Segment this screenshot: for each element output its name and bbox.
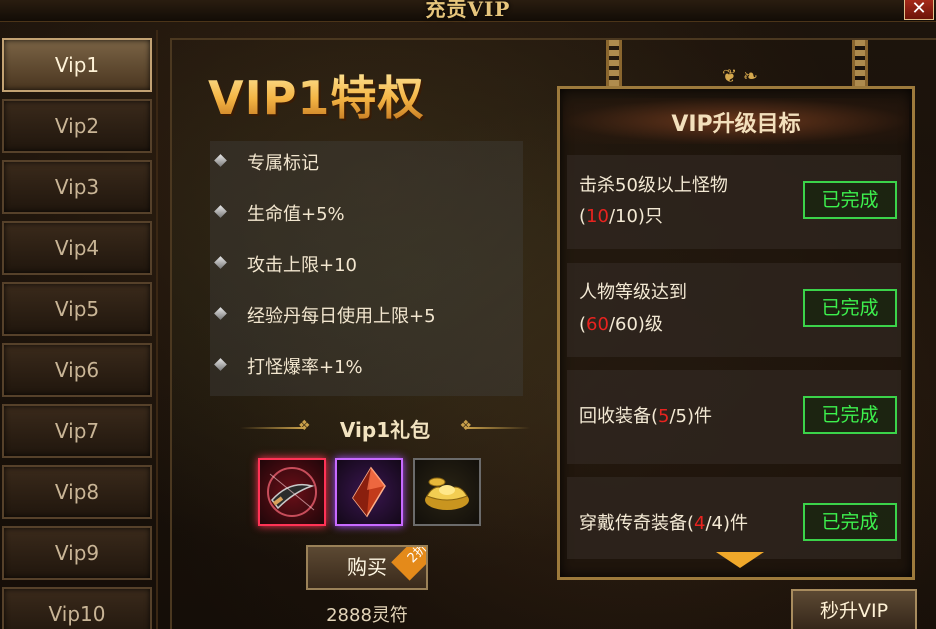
vip-level-sidebar: Vip1 Vip2 Vip3 Vip4 Vip5 Vip6 Vip7 Vip8 … bbox=[0, 30, 158, 629]
discount-badge: 2折 bbox=[391, 547, 426, 581]
privilege-item: 专属标记 bbox=[210, 145, 523, 175]
goal-row: 人物等级达到 (60/60)级 已完成 bbox=[567, 263, 901, 357]
vip-window: 充贡VIP ✕ Vip1 Vip2 Vip3 Vip4 Vip5 Vip6 Vi… bbox=[0, 0, 936, 629]
diamond-bullet-icon bbox=[214, 307, 227, 320]
diamond-bullet-icon bbox=[214, 256, 227, 269]
divider bbox=[466, 427, 530, 429]
goal-progress: 穿戴传奇装备(4/4)件 bbox=[579, 513, 749, 534]
privilege-item: 攻击上限+10 bbox=[210, 247, 523, 277]
buy-button[interactable]: 购买 2折 bbox=[306, 545, 428, 590]
tab-vip3[interactable]: Vip3 bbox=[2, 160, 152, 214]
diamond-bullet-icon bbox=[214, 358, 227, 371]
tab-vip4[interactable]: Vip4 bbox=[2, 221, 152, 275]
gold-ingot-item-icon[interactable] bbox=[413, 458, 481, 526]
goal-row: 回收装备(5/5)件 已完成 bbox=[567, 370, 901, 464]
privilege-item: 生命值+5% bbox=[210, 196, 523, 226]
gift-price: 2888灵符 bbox=[326, 605, 408, 626]
privilege-text: 打怪爆率+1% bbox=[247, 357, 363, 378]
goal-row: 穿戴传奇装备(4/4)件 已完成 bbox=[567, 477, 901, 559]
window-title: 充贡VIP bbox=[425, 0, 511, 21]
instant-upgrade-vip-button[interactable]: 秒升VIP bbox=[791, 589, 917, 629]
scroll-down-arrow-icon[interactable] bbox=[716, 552, 764, 568]
goal-status-badge: 已完成 bbox=[803, 396, 897, 434]
diamond-bullet-icon bbox=[214, 205, 227, 218]
privilege-text: 生命值+5% bbox=[247, 204, 345, 225]
tab-vip5[interactable]: Vip5 bbox=[2, 282, 152, 336]
goal-description: 击杀50级以上怪物 bbox=[579, 175, 728, 196]
privilege-text: 攻击上限+10 bbox=[247, 255, 357, 276]
privilege-list: 专属标记 生命值+5% 攻击上限+10 经验丹每日使用上限+5 打怪爆率+1% bbox=[210, 141, 523, 396]
goal-status-badge: 已完成 bbox=[803, 503, 897, 541]
tab-vip10[interactable]: Vip10 bbox=[2, 587, 152, 629]
tab-vip6[interactable]: Vip6 bbox=[2, 343, 152, 397]
purple-gem-item-icon[interactable] bbox=[335, 458, 403, 526]
tab-vip1[interactable]: Vip1 bbox=[2, 38, 152, 92]
gift-pack-header: ❖ Vip1礼包 ❖ bbox=[240, 414, 530, 442]
chain-decoration bbox=[606, 40, 622, 86]
tab-vip8[interactable]: Vip8 bbox=[2, 465, 152, 519]
privilege-text: 专属标记 bbox=[247, 153, 319, 174]
privilege-item: 经验丹每日使用上限+5 bbox=[210, 298, 523, 328]
buy-button-label: 购买 bbox=[347, 555, 387, 579]
goal-description: 人物等级达到 bbox=[579, 282, 687, 303]
goal-status-badge: 已完成 bbox=[803, 181, 897, 219]
goal-status-badge: 已完成 bbox=[803, 289, 897, 327]
ornament-icon: ❖ bbox=[459, 418, 472, 434]
goals-title: VIP升级目标 bbox=[671, 112, 801, 137]
tab-vip2[interactable]: Vip2 bbox=[2, 99, 152, 153]
diamond-bullet-icon bbox=[214, 154, 227, 167]
vip-privilege-title: VIP1特权 bbox=[208, 62, 424, 128]
goal-progress: (60/60)级 bbox=[579, 314, 663, 335]
close-button[interactable]: ✕ bbox=[904, 0, 934, 20]
red-blade-item-icon[interactable] bbox=[258, 458, 326, 526]
privilege-item: 打怪爆率+1% bbox=[210, 349, 523, 379]
tab-vip9[interactable]: Vip9 bbox=[2, 526, 152, 580]
privilege-text: 经验丹每日使用上限+5 bbox=[247, 306, 436, 327]
chain-decoration bbox=[852, 40, 868, 86]
crest-ornament-icon: ❦ ❧ bbox=[722, 66, 758, 87]
goal-progress: 回收装备(5/5)件 bbox=[579, 406, 713, 427]
title-bar: 充贡VIP bbox=[0, 0, 936, 22]
tab-vip7[interactable]: Vip7 bbox=[2, 404, 152, 458]
goal-row: 击杀50级以上怪物 (10/10)只 已完成 bbox=[567, 155, 901, 249]
goal-progress: (10/10)只 bbox=[579, 206, 663, 227]
